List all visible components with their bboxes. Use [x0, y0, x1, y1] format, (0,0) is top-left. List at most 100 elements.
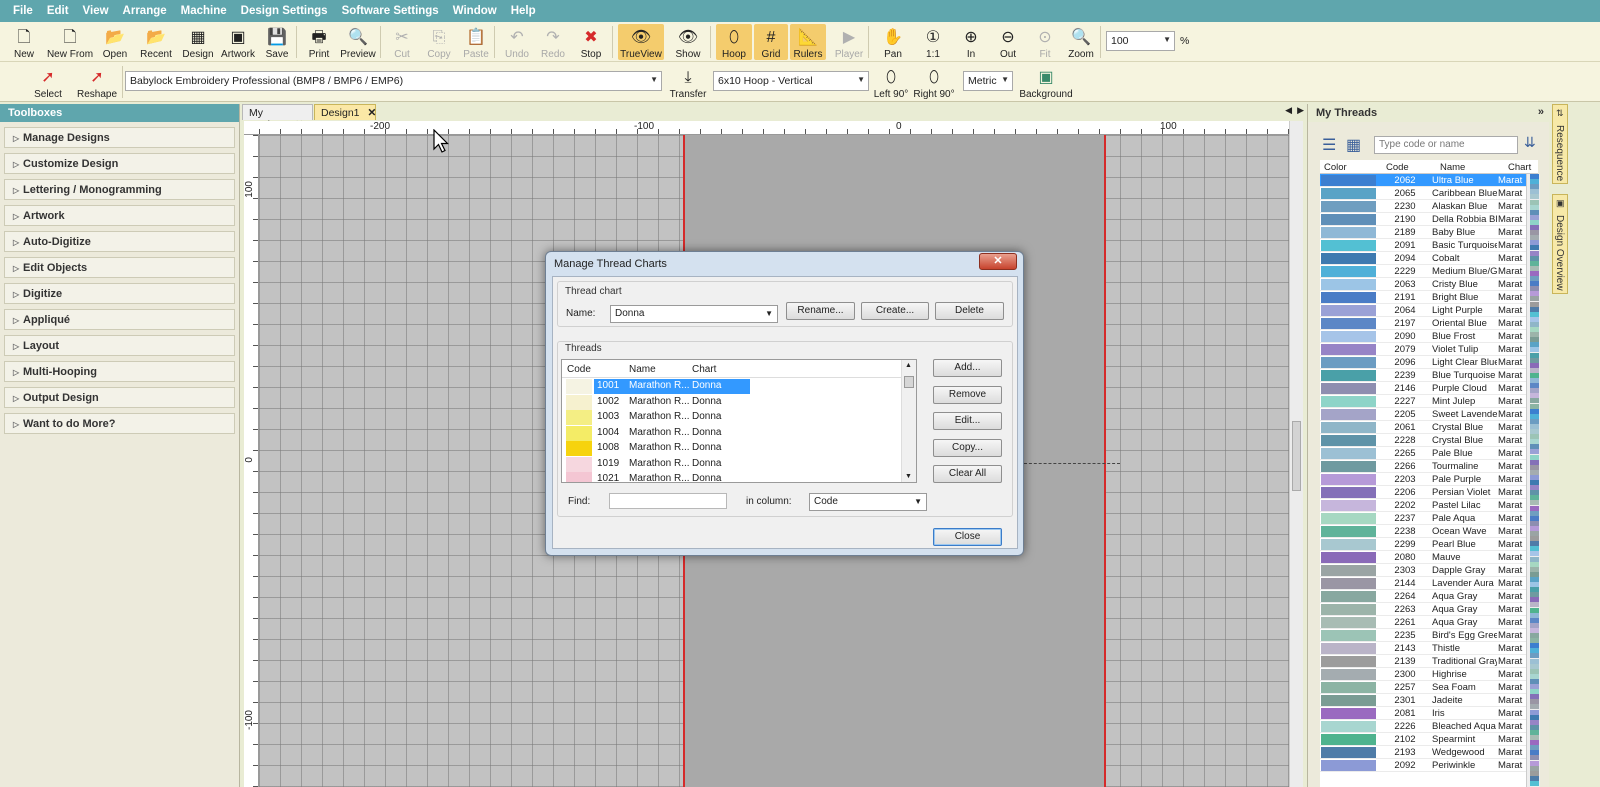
menu-edit[interactable]: Edit	[40, 5, 76, 17]
machine-format-combo[interactable]: Babylock Embroidery Professional (BMP8 /…	[125, 71, 662, 91]
my-threads-list[interactable]: 2062 Ultra Blue Marat 2065 Caribbean Blue Mar…	[1320, 174, 1526, 787]
toolbar-player-button[interactable]: ▶ Player	[830, 24, 868, 61]
edit-thread-button[interactable]: Edit...	[933, 412, 1002, 430]
thread-row[interactable]: 1021 Marathon R... Donna	[562, 472, 902, 482]
menu-file[interactable]: File	[6, 5, 40, 17]
my-thread-row[interactable]: 2062 Ultra Blue Marat	[1320, 174, 1526, 187]
my-thread-row[interactable]: 2061 Crystal Blue Marat	[1320, 421, 1526, 434]
my-thread-row[interactable]: 2080 Mauve Marat	[1320, 551, 1526, 564]
my-thread-row[interactable]: 2299 Pearl Blue Marat	[1320, 538, 1526, 551]
menu-view[interactable]: View	[76, 5, 116, 17]
toolbar-fit-button[interactable]: ⊙ Fit	[1028, 24, 1062, 61]
toolbox-artwork[interactable]: ▷ Artwork	[4, 205, 235, 226]
toolbox-digitize[interactable]: ▷ Digitize	[4, 283, 235, 304]
scroll-down-icon[interactable]: ▼	[905, 473, 912, 480]
my-thread-row[interactable]: 2090 Blue Frost Marat	[1320, 330, 1526, 343]
tab-scroll-right-icon[interactable]: ▶	[1297, 105, 1304, 116]
my-threads-scrollbar[interactable]	[1526, 174, 1540, 787]
close-button[interactable]: Close	[933, 528, 1002, 546]
menu-software-settings[interactable]: Software Settings	[335, 5, 446, 17]
menu-window[interactable]: Window	[446, 5, 504, 17]
toolbox-multi-hooping[interactable]: ▷ Multi-Hooping	[4, 361, 235, 382]
toolbox-applique[interactable]: ▷ Appliqué	[4, 309, 235, 330]
my-thread-row[interactable]: 2239 Blue Turquoise Marat	[1320, 369, 1526, 382]
rotate-right-90-button[interactable]: ⬯ Right 90°	[912, 64, 956, 101]
my-thread-row[interactable]: 2265 Pale Blue Marat	[1320, 447, 1526, 460]
toolbar-save-button[interactable]: 💾 Save	[260, 24, 294, 61]
my-thread-row[interactable]: 2264 Aqua Gray Marat	[1320, 590, 1526, 603]
thread-row[interactable]: 1019 Marathon R... Donna	[562, 456, 902, 472]
my-thread-row[interactable]: 2193 Wedgewood Marat	[1320, 746, 1526, 759]
toolbar-preview-button[interactable]: 🔍 Preview	[340, 24, 376, 61]
my-thread-row[interactable]: 2064 Light Purple Marat	[1320, 304, 1526, 317]
clear-all-button[interactable]: Clear All	[933, 465, 1002, 483]
my-thread-row[interactable]: 2102 Spearmint Marat	[1320, 733, 1526, 746]
hoop-combo[interactable]: 6x10 Hoop - Vertical ▼	[713, 71, 869, 91]
my-thread-row[interactable]: 2146 Purple Cloud Marat	[1320, 382, 1526, 395]
tab-design1[interactable]: Design1 ✕	[314, 104, 376, 120]
scroll-up-icon[interactable]: ▲	[905, 362, 912, 369]
reshape-button[interactable]: ➚ Reshape	[76, 64, 118, 101]
my-thread-row[interactable]: 2226 Bleached Aqua Marat	[1320, 720, 1526, 733]
toolbar-zoom-button[interactable]: 🔍 Zoom	[1064, 24, 1098, 61]
tab-my-designs[interactable]: My Designs✕	[242, 104, 313, 131]
my-thread-row[interactable]: 2230 Alaskan Blue Marat	[1320, 200, 1526, 213]
my-thread-row[interactable]: 2079 Violet Tulip Marat	[1320, 343, 1526, 356]
delete-button[interactable]: Delete	[935, 302, 1004, 320]
my-thread-row[interactable]: 2190 Della Robbia BlueMarat	[1320, 213, 1526, 226]
my-thread-row[interactable]: 2301 Jadeite Marat	[1320, 694, 1526, 707]
thread-list[interactable]: Code Name Chart 1001 Marathon R... Donna 10…	[561, 359, 917, 483]
grid-view-icon[interactable]: ▦	[1346, 135, 1361, 155]
my-thread-row[interactable]: 2063 Cristy Blue Marat	[1320, 278, 1526, 291]
thread-options-icon[interactable]: ⇊	[1524, 134, 1536, 151]
thread-row[interactable]: 1003 Marathon R... Donna	[562, 410, 902, 425]
toolbox-edit-objects[interactable]: ▷ Edit Objects	[4, 257, 235, 278]
column-header-color[interactable]: Color	[1324, 162, 1347, 173]
column-header-chart[interactable]: Chart	[1508, 162, 1531, 173]
thread-search-input[interactable]: Type code or name	[1374, 136, 1518, 154]
toolbar-stop-button[interactable]: ✖ Stop	[574, 24, 608, 61]
toolbar-show-button[interactable]: 👁 Show	[670, 24, 706, 61]
thread-row[interactable]: 1004 Marathon R... Donna	[562, 425, 902, 441]
my-thread-row[interactable]: 2235 Bird's Egg Green Marat	[1320, 629, 1526, 642]
toolbar-trueview-button[interactable]: 👁 TrueView	[618, 24, 664, 60]
toolbar-out-button[interactable]: ⊖ Out	[990, 24, 1026, 61]
column-header-chart[interactable]: Chart	[692, 364, 716, 375]
side-tab-design-overview[interactable]: ▣ Design Overview	[1552, 194, 1568, 294]
my-thread-row[interactable]: 2227 Mint Julep Marat	[1320, 395, 1526, 408]
scrollbar-thumb[interactable]	[1292, 421, 1301, 491]
side-tab-resequence[interactable]: ⇅ Resequence	[1552, 104, 1568, 184]
add-thread-button[interactable]: Add...	[933, 359, 1002, 377]
column-header-code[interactable]: Code	[567, 364, 591, 375]
my-thread-row[interactable]: 2065 Caribbean Blue Marat	[1320, 187, 1526, 200]
thread-chart-name-combo[interactable]: Donna ▼	[610, 305, 778, 323]
toolbox-auto-digitize[interactable]: ▷ Auto-Digitize	[4, 231, 235, 252]
my-thread-row[interactable]: 2205 Sweet Lavender Marat	[1320, 408, 1526, 421]
rename-button[interactable]: Rename...	[786, 302, 855, 320]
my-thread-row[interactable]: 2143 Thistle Marat	[1320, 642, 1526, 655]
in-column-combo[interactable]: Code ▼	[809, 493, 927, 511]
my-thread-row[interactable]: 2266 Tourmaline Marat	[1320, 460, 1526, 473]
toolbar-recent-button[interactable]: 📂 Recent	[136, 24, 176, 61]
my-thread-row[interactable]: 2144 Lavender Aura Marat	[1320, 577, 1526, 590]
my-thread-row[interactable]: 2081 Iris Marat	[1320, 707, 1526, 720]
toolbar-open-button[interactable]: 📂 Open	[98, 24, 132, 61]
close-icon[interactable]: ✕	[368, 107, 377, 119]
toolbar-1-1-button[interactable]: ① 1:1	[916, 24, 950, 61]
column-header-name[interactable]: Name	[1440, 162, 1465, 173]
my-thread-row[interactable]: 2261 Aqua Gray Marat	[1320, 616, 1526, 629]
units-combo[interactable]: Metric ▼	[963, 71, 1013, 91]
my-thread-row[interactable]: 2191 Bright Blue Marat	[1320, 291, 1526, 304]
collapse-chevron-icon[interactable]: »	[1538, 106, 1544, 118]
background-button[interactable]: ▣ Background	[1015, 64, 1077, 101]
my-thread-row[interactable]: 2300 Highrise Marat	[1320, 668, 1526, 681]
thread-row[interactable]: 1001 Marathon R... Donna	[562, 379, 902, 394]
thread-row[interactable]: 1002 Marathon R... Donna	[562, 394, 902, 410]
toolbar-hoop-button[interactable]: ⬯ Hoop	[716, 24, 752, 60]
column-header-name[interactable]: Name	[629, 364, 656, 375]
toolbox-lettering-monogramming[interactable]: ▷ Lettering / Monogramming	[4, 179, 235, 200]
toolbar-in-button[interactable]: ⊕ In	[954, 24, 988, 61]
toolbox-layout[interactable]: ▷ Layout	[4, 335, 235, 356]
my-thread-row[interactable]: 2257 Sea Foam Marat	[1320, 681, 1526, 694]
my-thread-row[interactable]: 2238 Ocean Wave Marat	[1320, 525, 1526, 538]
